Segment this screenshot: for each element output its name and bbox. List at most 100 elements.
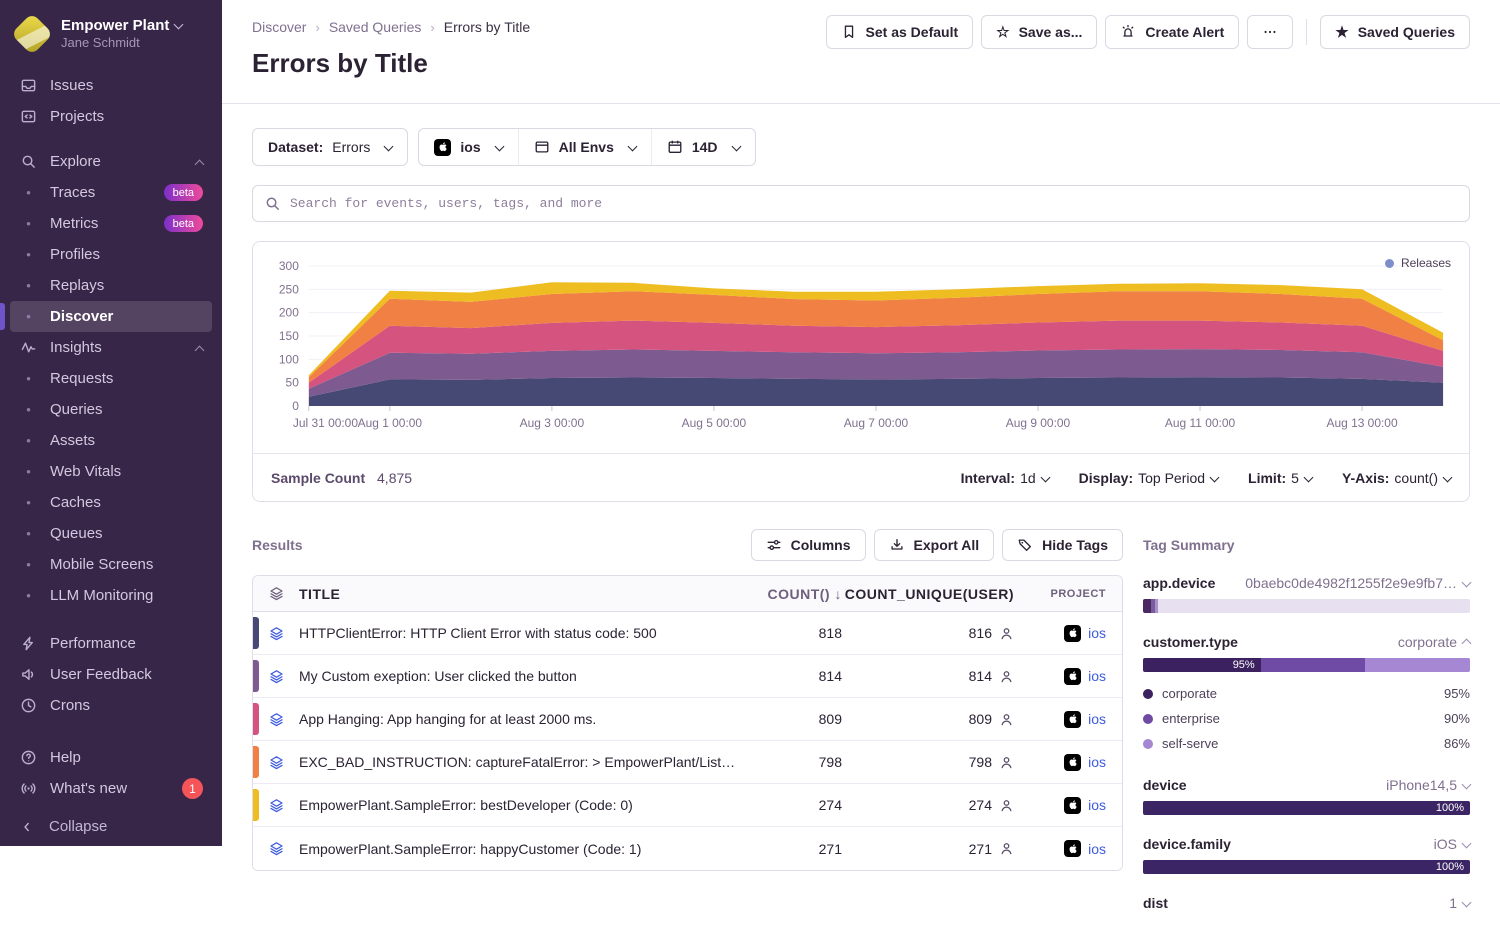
sidebar-item-metrics[interactable]: • Metrics beta bbox=[10, 208, 212, 239]
results-title: Results bbox=[252, 537, 303, 553]
row-title[interactable]: EmpowerPlant.SampleError: bestDeveloper … bbox=[299, 797, 737, 813]
row-title[interactable]: My Custom exeption: User clicked the but… bbox=[299, 668, 737, 684]
row-title[interactable]: App Hanging: App hanging for at least 20… bbox=[299, 711, 737, 727]
sidebar-item-assets[interactable]: • Assets bbox=[10, 425, 212, 456]
sidebar-item-label: Queries bbox=[50, 401, 103, 418]
tag-distribution-bar[interactable] bbox=[1143, 599, 1470, 613]
button-label: Saved Queries bbox=[1358, 24, 1455, 40]
sidebar-item-requests[interactable]: • Requests bbox=[10, 363, 212, 394]
sidebar-collapse-button[interactable]: Collapse bbox=[0, 804, 222, 855]
project-link[interactable]: ios bbox=[1088, 668, 1106, 684]
column-header-project[interactable]: PROJECT bbox=[1014, 588, 1122, 600]
chevron-down-icon bbox=[1462, 779, 1472, 789]
hide-tags-button[interactable]: Hide Tags bbox=[1002, 529, 1123, 561]
org-switcher[interactable]: Empower Plant Jane Schmidt bbox=[0, 0, 222, 62]
environment-filter[interactable]: All Envs bbox=[518, 129, 651, 165]
column-header-count-unique[interactable]: COUNT_UNIQUE(USER) bbox=[842, 586, 1014, 602]
tag-header[interactable]: device.family iOS bbox=[1143, 836, 1470, 852]
sidebar-group-explore[interactable]: Explore bbox=[10, 146, 212, 177]
svg-text:150: 150 bbox=[279, 329, 299, 343]
row-title[interactable]: HTTPClientError: HTTP Client Error with … bbox=[299, 625, 737, 641]
svg-text:Aug 5 00:00: Aug 5 00:00 bbox=[682, 416, 747, 430]
create-alert-button[interactable]: Create Alert bbox=[1105, 15, 1239, 49]
display-selector[interactable]: Display:Top Period bbox=[1079, 470, 1218, 486]
sidebar-item-discover[interactable]: • Discover bbox=[10, 301, 212, 332]
set-as-default-button[interactable]: Set as Default bbox=[826, 15, 974, 49]
sidebar-item-mobile-screens[interactable]: • Mobile Screens bbox=[10, 549, 212, 580]
tag-distribution-bar[interactable]: 95% bbox=[1143, 658, 1470, 672]
table-body: HTTPClientError: HTTP Client Error with … bbox=[253, 612, 1122, 870]
column-header-title[interactable]: TITLE bbox=[299, 586, 737, 602]
tag-header[interactable]: app.device 0baebc0de4982f1255f2e9e9fb7… bbox=[1143, 575, 1470, 591]
dataset-selector[interactable]: Dataset: Errors bbox=[253, 129, 407, 165]
stack-icon[interactable] bbox=[253, 841, 299, 856]
row-title[interactable]: EXC_BAD_INSTRUCTION: captureFatalError: … bbox=[299, 754, 737, 770]
stacked-area-chart[interactable]: 050100150200250300Jul 31 00:00Aug 1 00:0… bbox=[255, 248, 1467, 448]
sidebar-item-queries[interactable]: • Queries bbox=[10, 394, 212, 425]
tag-distribution-bar[interactable]: 100% bbox=[1143, 860, 1470, 874]
bullet-icon: • bbox=[19, 495, 38, 510]
stack-icon[interactable] bbox=[253, 626, 299, 641]
tag-header[interactable]: customer.type corporate bbox=[1143, 634, 1470, 650]
breadcrumb-errors-by-title[interactable]: Errors by Title bbox=[444, 19, 530, 35]
chevron-up-icon bbox=[195, 346, 205, 356]
row-title[interactable]: EmpowerPlant.SampleError: happyCustomer … bbox=[299, 841, 737, 857]
tag-icon bbox=[1017, 537, 1033, 553]
project-link[interactable]: ios bbox=[1088, 625, 1106, 641]
project-link[interactable]: ios bbox=[1088, 841, 1106, 857]
y-axis-selector[interactable]: Y-Axis:count() bbox=[1342, 470, 1451, 486]
sidebar-item-caches[interactable]: • Caches bbox=[10, 487, 212, 518]
export-all-button[interactable]: Export All bbox=[874, 529, 995, 561]
project-link[interactable]: ios bbox=[1088, 711, 1106, 727]
sidebar-item-projects[interactable]: Projects bbox=[10, 101, 212, 132]
sidebar-item-user-feedback[interactable]: User Feedback bbox=[10, 659, 212, 690]
columns-button[interactable]: Columns bbox=[751, 529, 866, 561]
saved-queries-button[interactable]: ★Saved Queries bbox=[1320, 15, 1470, 49]
sidebar-item-replays[interactable]: • Replays bbox=[10, 270, 212, 301]
interval-selector[interactable]: Interval:1d bbox=[961, 470, 1049, 486]
sidebar-item-queues[interactable]: • Queues bbox=[10, 518, 212, 549]
stack-icon[interactable] bbox=[253, 755, 299, 770]
sidebar-item-performance[interactable]: Performance bbox=[10, 628, 212, 659]
tag-legend-row[interactable]: corporate 95% bbox=[1143, 681, 1470, 706]
control-value: count() bbox=[1394, 470, 1438, 486]
sidebar-item-traces[interactable]: • Traces beta bbox=[10, 177, 212, 208]
column-header-count[interactable]: COUNT() ↓ bbox=[737, 586, 842, 602]
more-options-button[interactable] bbox=[1247, 15, 1293, 49]
tag-bar-segment bbox=[1261, 658, 1366, 672]
sidebar-item-crons[interactable]: Crons bbox=[10, 690, 212, 721]
limit-selector[interactable]: Limit:5 bbox=[1248, 470, 1312, 486]
save-as-button[interactable]: ☆Save as... bbox=[981, 15, 1097, 49]
breadcrumb-saved-queries[interactable]: Saved Queries bbox=[329, 19, 422, 35]
tag-legend-row[interactable]: enterprise 90% bbox=[1143, 706, 1470, 731]
project-link[interactable]: ios bbox=[1088, 797, 1106, 813]
chevron-up-icon bbox=[195, 160, 205, 170]
tag-summary-panel: Tag Summary app.device 0baebc0de4982f125… bbox=[1143, 528, 1470, 932]
project-filter[interactable]: ios bbox=[419, 129, 517, 165]
sidebar-item-issues[interactable]: Issues bbox=[10, 70, 212, 101]
project-link[interactable]: ios bbox=[1088, 754, 1106, 770]
sidebar-item-llm-monitoring[interactable]: • LLM Monitoring bbox=[10, 580, 212, 611]
stack-icon[interactable] bbox=[253, 712, 299, 727]
sidebar-item-profiles[interactable]: • Profiles bbox=[10, 239, 212, 270]
stack-icon[interactable] bbox=[253, 669, 299, 684]
breadcrumb-discover[interactable]: Discover bbox=[252, 19, 306, 35]
tag-header[interactable]: device iPhone14,5 bbox=[1143, 777, 1470, 793]
row-count: 274 bbox=[737, 797, 842, 813]
sidebar-item-what-s-new[interactable]: What's new 1 bbox=[10, 773, 212, 804]
inbox-icon bbox=[19, 77, 38, 94]
sidebar-group-insights[interactable]: Insights bbox=[10, 332, 212, 363]
stack-icon[interactable] bbox=[253, 798, 299, 813]
search-input[interactable] bbox=[252, 185, 1470, 222]
chart-legend[interactable]: Releases bbox=[1385, 256, 1451, 270]
sidebar-item-help[interactable]: Help bbox=[10, 742, 212, 773]
table-header: TITLECOUNT() ↓COUNT_UNIQUE(USER)PROJECT bbox=[253, 576, 1122, 612]
chart-footer: Sample Count 4,875 Interval:1dDisplay:To… bbox=[253, 453, 1469, 501]
control-value: 5 bbox=[1291, 470, 1299, 486]
tag-header[interactable]: dist 1 bbox=[1143, 895, 1470, 911]
tag-summary-title: Tag Summary bbox=[1143, 528, 1470, 562]
sidebar-item-web-vitals[interactable]: • Web Vitals bbox=[10, 456, 212, 487]
tag-legend-row[interactable]: self-serve 86% bbox=[1143, 731, 1470, 756]
tag-distribution-bar[interactable]: 100% bbox=[1143, 801, 1470, 815]
date-filter[interactable]: 14D bbox=[651, 129, 755, 165]
